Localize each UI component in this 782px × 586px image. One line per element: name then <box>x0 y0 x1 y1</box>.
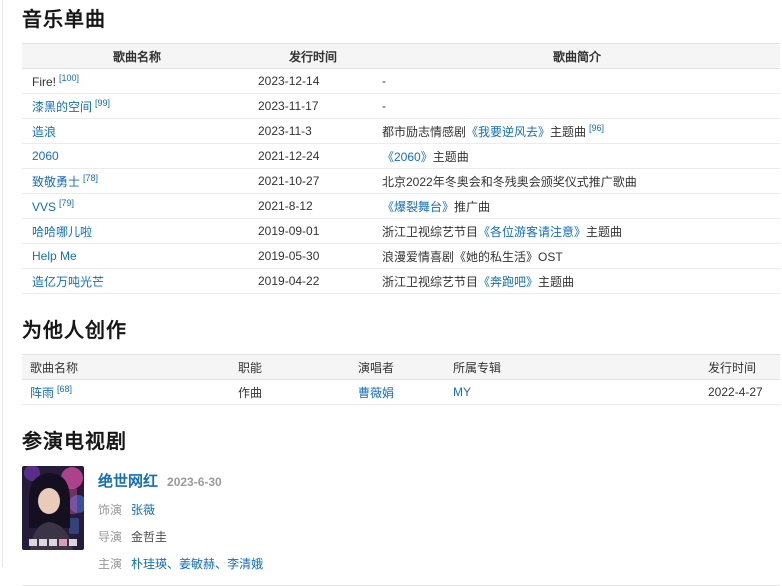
reference-link[interactable]: [96] <box>589 123 604 133</box>
drama-title-link[interactable]: 绝世网红 <box>98 473 158 490</box>
release-date: 2019-04-22 <box>252 269 374 294</box>
show-link[interactable]: 《各位游客请注意》 <box>478 225 586 239</box>
col-header-singer: 演唱者 <box>350 355 445 380</box>
written-for-others-table: 歌曲名称 职能 演唱者 所属专辑 发行时间 阵雨[68] 作曲 曹薇娟 MY 2… <box>22 354 780 405</box>
singer-link[interactable]: 曹薇娟 <box>358 386 394 400</box>
release-date: 2023-12-14 <box>252 69 374 94</box>
col-header-role: 职能 <box>230 355 350 380</box>
cast-link[interactable]: 李清娥 <box>227 557 263 571</box>
reference-link[interactable]: [78] <box>83 173 98 183</box>
col-header-release-date: 发行时间 <box>700 355 780 380</box>
col-header-release-date: 发行时间 <box>252 44 374 69</box>
director-line: 导演金哲圭 <box>98 528 263 545</box>
reference-link[interactable]: [68] <box>57 384 72 394</box>
release-date: 2021-8-12 <box>252 194 374 219</box>
drama-release-date: 2023-6-30 <box>167 475 222 489</box>
table-header-row: 歌曲名称 发行时间 歌曲简介 <box>22 44 780 69</box>
reference-link[interactable]: [99] <box>95 98 110 108</box>
table-header-row: 歌曲名称 职能 演唱者 所属专辑 发行时间 <box>22 355 780 380</box>
song-intro: 《爆裂舞台》推广曲 <box>374 194 780 219</box>
section-title-music-singles: 音乐单曲 <box>22 9 782 31</box>
song-link[interactable]: 漆黑的空间 <box>32 100 92 114</box>
song-link[interactable]: 造亿万吨光芒 <box>32 275 104 289</box>
tv-title-row: 绝世网红 2023-6-30 <box>98 470 263 491</box>
show-link[interactable]: 《2060》 <box>382 150 433 164</box>
tv-drama-card: 绝世网红2023-6-30 饰演张薇 导演金哲圭 主演朴珪瑛、姜敏赫、李清娥 <box>22 466 782 572</box>
section-title-written-for-others: 为他人创作 <box>22 320 782 342</box>
release-date: 2021-12-24 <box>252 144 374 169</box>
character-link[interactable]: 张薇 <box>131 503 155 517</box>
release-date: 2022-4-27 <box>700 380 780 405</box>
table-row: 阵雨[68] 作曲 曹薇娟 MY 2022-4-27 <box>22 380 780 405</box>
table-row: 造亿万吨光芒 2019-04-22 浙江卫视综艺节目《奔跑吧》主题曲 <box>22 269 780 294</box>
song-intro: 浪漫爱情喜剧《她的私生活》OST <box>374 244 780 269</box>
release-date: 2021-10-27 <box>252 169 374 194</box>
content-page: 音乐单曲 歌曲名称 发行时间 歌曲简介 Fire![100] 2023-12-1… <box>2 0 782 567</box>
show-link[interactable]: 《奔跑吧》 <box>478 275 538 289</box>
table-row: 漆黑的空间[99] 2023-11-17 - <box>22 94 780 119</box>
col-header-song-intro: 歌曲简介 <box>374 44 780 69</box>
song-link[interactable]: 2060 <box>32 149 59 163</box>
song-link[interactable]: 哈哈哪儿啦 <box>32 225 92 239</box>
cast-line: 主演朴珪瑛、姜敏赫、李清娥 <box>98 555 263 572</box>
song-link[interactable]: 阵雨 <box>30 386 54 400</box>
section-title-tv-dramas: 参演电视剧 <box>22 431 782 453</box>
drama-poster-image <box>22 466 84 550</box>
role-cell: 作曲 <box>230 380 350 405</box>
role-line: 饰演张薇 <box>98 501 263 518</box>
reference-link[interactable]: [79] <box>59 198 74 208</box>
reference-link[interactable]: [100] <box>59 73 79 83</box>
col-header-song-name: 歌曲名称 <box>22 355 230 380</box>
col-header-album: 所属专辑 <box>445 355 700 380</box>
table-row: VVS[79] 2021-8-12 《爆裂舞台》推广曲 <box>22 194 780 219</box>
tv-drama-info: 绝世网红2023-6-30 饰演张薇 导演金哲圭 主演朴珪瑛、姜敏赫、李清娥 <box>98 466 263 572</box>
cast-separator: 、 <box>167 557 179 571</box>
director-label: 导演 <box>98 530 122 544</box>
col-header-song-name: 歌曲名称 <box>22 44 252 69</box>
song-intro: 都市励志情感剧《我要逆风去》主题曲[96] <box>374 119 780 144</box>
release-date: 2019-05-30 <box>252 244 374 269</box>
song-link[interactable]: 造浪 <box>32 125 56 139</box>
table-row: 哈哈哪儿啦 2019-09-01 浙江卫视综艺节目《各位游客请注意》主题曲 <box>22 219 780 244</box>
table-row: Help Me 2019-05-30 浪漫爱情喜剧《她的私生活》OST <box>22 244 780 269</box>
cast-label: 主演 <box>98 557 122 571</box>
song-name: Fire! <box>32 75 56 89</box>
song-intro: - <box>374 94 780 119</box>
song-link[interactable]: Help Me <box>32 249 77 263</box>
cast-separator: 、 <box>215 557 227 571</box>
drama-link[interactable]: 《我要逆风去》 <box>466 125 550 139</box>
release-date: 2023-11-3 <box>252 119 374 144</box>
role-label: 饰演 <box>98 503 122 517</box>
song-link[interactable]: 致敬勇士 <box>32 175 80 189</box>
song-intro: - <box>374 69 780 94</box>
table-row: 造浪 2023-11-3 都市励志情感剧《我要逆风去》主题曲[96] <box>22 119 780 144</box>
drama-poster[interactable] <box>22 466 84 550</box>
release-date: 2019-09-01 <box>252 219 374 244</box>
director-name: 金哲圭 <box>131 530 167 544</box>
table-row: Fire![100] 2023-12-14 - <box>22 69 780 94</box>
music-singles-table: 歌曲名称 发行时间 歌曲简介 Fire![100] 2023-12-14 - 漆… <box>22 43 780 294</box>
song-intro: 浙江卫视综艺节目《奔跑吧》主题曲 <box>374 269 780 294</box>
show-link[interactable]: 《爆裂舞台》 <box>382 200 454 214</box>
song-intro: 《2060》主题曲 <box>374 144 780 169</box>
album-link[interactable]: MY <box>453 385 471 399</box>
song-link[interactable]: VVS <box>32 200 56 214</box>
release-date: 2023-11-17 <box>252 94 374 119</box>
cast-link[interactable]: 姜敏赫 <box>179 557 215 571</box>
song-intro: 浙江卫视综艺节目《各位游客请注意》主题曲 <box>374 219 780 244</box>
song-intro: 北京2022年冬奥会和冬残奥会颁奖仪式推广歌曲 <box>374 169 780 194</box>
table-row: 致敬勇士[78] 2021-10-27 北京2022年冬奥会和冬残奥会颁奖仪式推… <box>22 169 780 194</box>
cast-link[interactable]: 朴珪瑛 <box>131 557 167 571</box>
table-row: 2060 2021-12-24 《2060》主题曲 <box>22 144 780 169</box>
